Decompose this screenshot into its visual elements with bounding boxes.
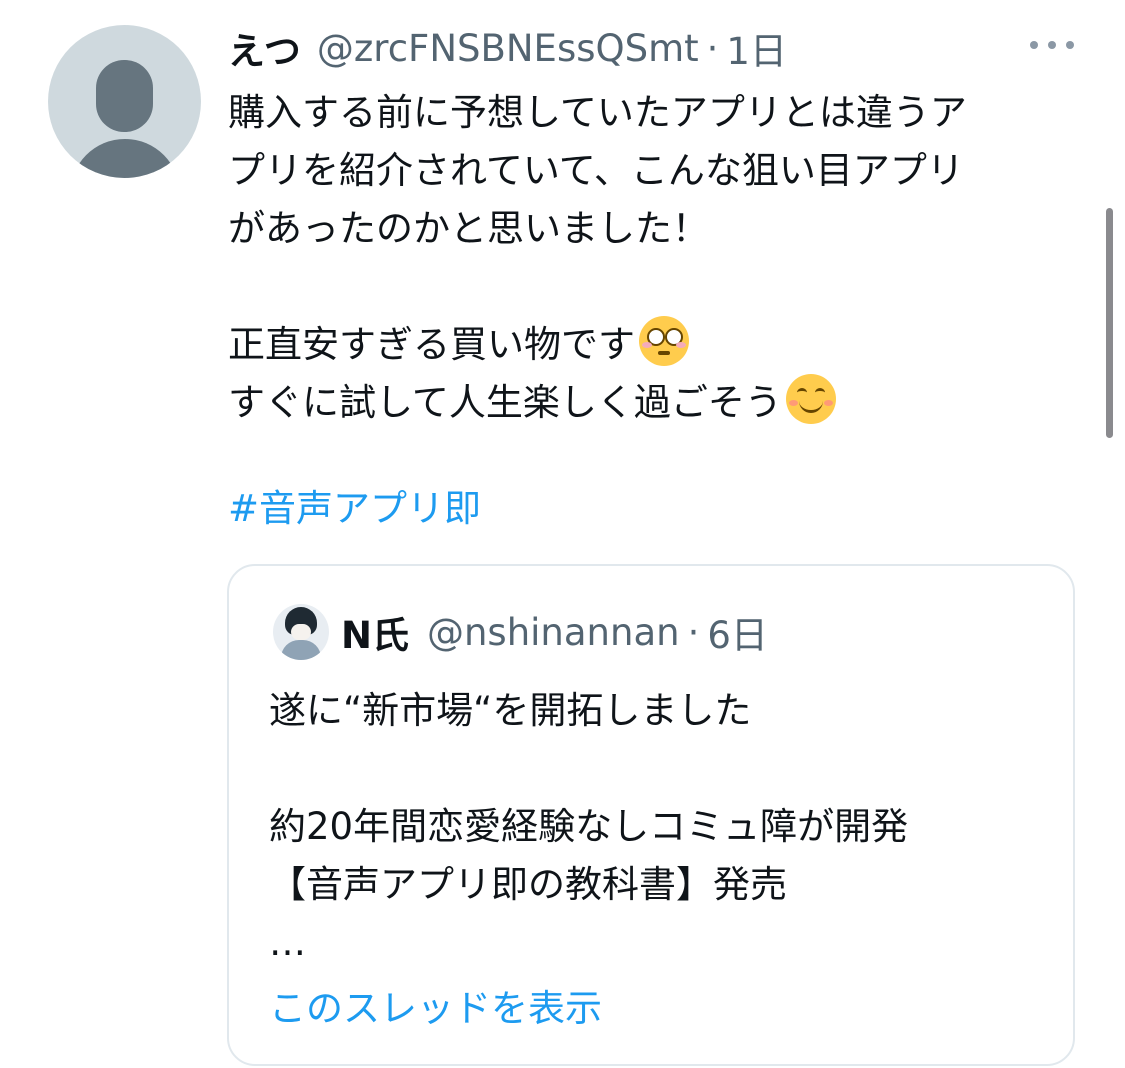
author-name[interactable]: えつ [228,21,301,75]
quoted-author-avatar [273,604,329,660]
default-avatar-icon [96,60,153,132]
quoted-author-name: N氏 [341,614,409,657]
tweet-text-line: があったのかと思いました！ [228,207,709,250]
quoted-text-line: … [269,921,306,964]
separator-dot: · [706,26,719,70]
quoted-tweet-card[interactable]: N氏 @nshinannan · 6日 遂に“新市場“を開拓しました 約20年間… [227,564,1075,1066]
quoted-author-handle: @nshinannan [426,610,680,654]
show-thread-link[interactable]: このスレッドを表示 [269,984,602,1034]
tweet-text-line: プリを紹介されていて、こんな狙い目アプリ [228,149,964,192]
tweet-text-line: 購入する前に予想していたアプリとは違うア [228,91,967,134]
quoted-text-line: 【音声アプリ即の教科書】発売 [269,863,787,906]
tweet-time[interactable]: 1日 [726,21,787,75]
tweet-text-line [228,258,1088,316]
separator-dot: · [687,610,700,654]
tweet-header: えつ @zrcFNSBNEssQSmt · 1日 [228,20,1088,76]
hashtag-link[interactable]: #音声アプリ即 [228,484,481,534]
tweet-text-line-with-emoji: すぐに試して人生楽しく過ごそう [228,374,1088,432]
scrollbar[interactable] [1106,208,1113,438]
tweet-text-line-with-emoji: 正直安すぎる買い物です [228,316,1088,374]
author-avatar[interactable] [48,25,201,178]
quoted-text-line: 約20年間恋愛経験なしコミュ障が開発 [269,805,909,848]
tweet-text-segment: すぐに試して人生楽しく過ごそう [228,381,782,424]
more-dots-icon[interactable] [1030,34,1074,56]
flushed-face-emoji [639,316,689,366]
quoted-text-line: 遂に“新市場“を開拓しました [269,689,752,732]
quoted-tweet-header: N氏 @nshinannan · 6日 [341,606,768,658]
quoted-tweet-text: 遂に“新市場“を開拓しました 約20年間恋愛経験なしコミュ障が開発 【音声アプリ… [269,682,1059,972]
quoted-tweet-time: 6日 [707,614,768,657]
tweet-text: 購入する前に予想していたアプリとは違うア プリを紹介されていて、こんな狙い目アプ… [228,84,1088,432]
quoted-text-line [269,740,1059,798]
tweet-text-segment: 正直安すぎる買い物です [228,323,635,366]
author-handle[interactable]: @zrcFNSBNEssQSmt [317,27,699,70]
smiling-face-emoji [785,374,836,424]
